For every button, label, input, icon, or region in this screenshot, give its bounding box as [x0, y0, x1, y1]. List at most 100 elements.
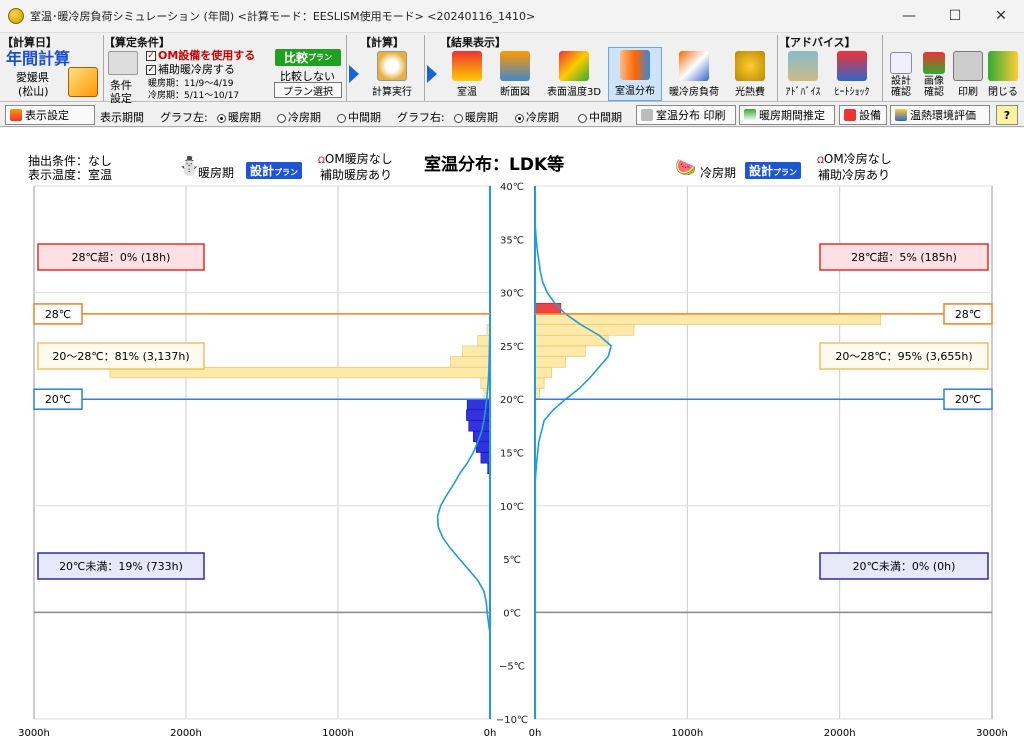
thermometer-icon	[837, 51, 867, 81]
y-tick-label: 35℃	[500, 235, 524, 246]
cooling-bar	[534, 377, 545, 389]
heating-bar	[462, 345, 491, 357]
plan-select-button[interactable]: プラン選択	[274, 82, 342, 98]
close-button[interactable]: ✕	[978, 0, 1024, 32]
minimize-button[interactable]: —	[886, 0, 932, 32]
image-check-button[interactable]: 画像確認	[918, 47, 950, 101]
close-window-button[interactable]: 閉じる	[986, 47, 1020, 101]
app-icon	[8, 8, 24, 24]
right-x-tick-label: 3000h	[976, 728, 1008, 739]
display-settings-button[interactable]: 表示設定	[5, 105, 95, 125]
y-tick-label: 0℃	[503, 608, 521, 619]
calculator-icon	[377, 51, 407, 81]
right-threshold-tag-label: 28℃	[955, 308, 981, 321]
om-icon	[844, 109, 856, 121]
right-cold-box-label: 20℃未満：0% (0h)	[853, 560, 956, 573]
result-load-button[interactable]: 暖冷房負荷	[663, 47, 725, 101]
right-x-tick-label: 0h	[529, 728, 542, 739]
advice-button[interactable]: ｱﾄﾞﾊﾞｲｽ	[780, 47, 826, 101]
title-bar: 室温･暖冷房負荷シミュレーション (年間) <計算モード：EESLISM使用モー…	[0, 0, 1024, 32]
design-check-icon	[890, 52, 912, 74]
result-surface-3d-button[interactable]: 表面温度3D	[541, 47, 607, 101]
print-icon	[641, 109, 653, 121]
left-x-tick-label: 2000h	[170, 728, 202, 739]
left-hot-box-label: 28℃超：0% (18h)	[72, 250, 171, 264]
cooling-period-text: 冷房期：5/11～10/17	[148, 91, 240, 101]
window-title: 室温･暖冷房負荷シミュレーション (年間) <計算モード：EESLISM使用モー…	[30, 10, 536, 23]
section-icon	[500, 51, 530, 81]
run-calc-button[interactable]: 計算実行	[364, 47, 420, 101]
equipment-button[interactable]: 設備	[839, 105, 887, 125]
right-threshold-tag-label: 20℃	[955, 393, 981, 406]
cooling-bar	[534, 313, 882, 325]
right-radio-heating[interactable]: 暖房期	[452, 109, 498, 125]
surface-3d-icon	[559, 51, 589, 81]
left-radio-heating[interactable]: 暖房期	[215, 109, 261, 125]
left-radio-cooling[interactable]: 冷房期	[275, 109, 321, 125]
sun-house-icon[interactable]	[68, 67, 98, 97]
left-x-tick-label: 0h	[484, 728, 497, 739]
heating-bar	[466, 409, 491, 421]
result-cost-button[interactable]: 光熱費	[727, 47, 773, 101]
help-button[interactable]: ?	[996, 105, 1018, 125]
y-tick-label: 15℃	[500, 449, 524, 460]
advice-icon	[788, 51, 818, 81]
cooling-bar	[534, 366, 553, 379]
right-mid-box-label: 20～28℃：95% (3,655h)	[835, 350, 972, 363]
result-room-temp-button[interactable]: 室温	[445, 47, 489, 101]
y-tick-label: 20℃	[500, 395, 524, 406]
cooling-bar	[534, 345, 586, 357]
settings-house-icon	[10, 109, 22, 121]
cooling-bar	[534, 334, 609, 347]
thermal-icon	[895, 109, 907, 121]
y-tick-label: 25℃	[500, 342, 524, 353]
load-icon	[679, 51, 709, 81]
left-cold-box-label: 20℃未満：19% (733h)	[59, 560, 183, 573]
y-tick-label: −5℃	[499, 662, 525, 673]
display-toolbar: 表示設定 表示期間 グラフ左: 暖房期 冷房期 中間期 グラフ右: 暖房期 冷房…	[0, 103, 1024, 127]
left-mid-box-label: 20～28℃：81% (3,137h)	[52, 350, 189, 363]
estimate-icon	[744, 109, 756, 121]
image-check-icon	[923, 52, 945, 74]
right-radio-cooling[interactable]: 冷房期	[513, 109, 559, 125]
compare-plan-button[interactable]: 比較 プラン	[275, 49, 341, 66]
thermal-eval-button[interactable]: 温熱環境評価	[890, 105, 990, 125]
heating-bar	[468, 420, 491, 432]
left-threshold-tag-label: 28℃	[45, 308, 71, 321]
graph-right-label: グラフ右:	[397, 111, 445, 124]
y-tick-label: 30℃	[500, 289, 524, 300]
design-check-button[interactable]: 設計確認	[886, 47, 916, 101]
print-distribution-button[interactable]: 室温分布 印刷	[636, 105, 736, 125]
location-city: (松山)	[18, 85, 49, 98]
print-button[interactable]: 印刷	[952, 47, 984, 101]
display-period-label: 表示期間	[100, 111, 144, 124]
left-x-tick-label: 1000h	[322, 728, 354, 739]
conditions-icon[interactable]	[108, 51, 138, 75]
heating-bar	[476, 441, 491, 453]
right-radio-mid[interactable]: 中間期	[576, 109, 622, 125]
y-tick-label: −10℃	[496, 715, 528, 726]
cooling-bar	[534, 356, 566, 368]
left-threshold-tag-label: 20℃	[45, 393, 71, 406]
left-radio-mid[interactable]: 中間期	[335, 109, 381, 125]
room-temp-distribution-chart: 40℃ 35℃ 30℃ 25℃ 20℃ 15℃ 10℃ 5℃ 0℃ −5℃ −10℃ 3000h 200…	[18, 182, 1008, 739]
result-distribution-button[interactable]: 室温分布	[608, 47, 662, 101]
aux-use-checkbox[interactable]: ✓ 補助暖冷房する	[146, 61, 235, 77]
right-x-tick-label: 2000h	[824, 728, 856, 739]
right-x-tick-label: 1000h	[671, 728, 703, 739]
house-temp-icon	[452, 51, 482, 81]
y-tick-label: 5℃	[503, 555, 521, 566]
printer-icon	[953, 51, 983, 81]
left-x-tick-label: 3000h	[18, 728, 50, 739]
chart-panel: 抽出条件：なし 表示温度：室温 ⛄ 暖房期 設計プラン ΩOM暖房なし 補助暖房…	[0, 128, 1024, 749]
graph-left-label: グラフ左:	[160, 111, 208, 124]
y-tick-label: 40℃	[500, 182, 524, 193]
annual-calc-label: 年間計算	[6, 49, 71, 68]
heat-shock-button[interactable]: ﾋｰﾄｼｮｯｸ	[828, 47, 876, 101]
exit-door-icon	[988, 51, 1018, 81]
heating-bar	[477, 334, 491, 347]
result-section-button[interactable]: 断面図	[491, 47, 539, 101]
heating-bar	[450, 356, 491, 368]
maximize-button[interactable]: ☐	[932, 0, 978, 32]
estimate-heating-period-button[interactable]: 暖房期間推定	[739, 105, 835, 125]
